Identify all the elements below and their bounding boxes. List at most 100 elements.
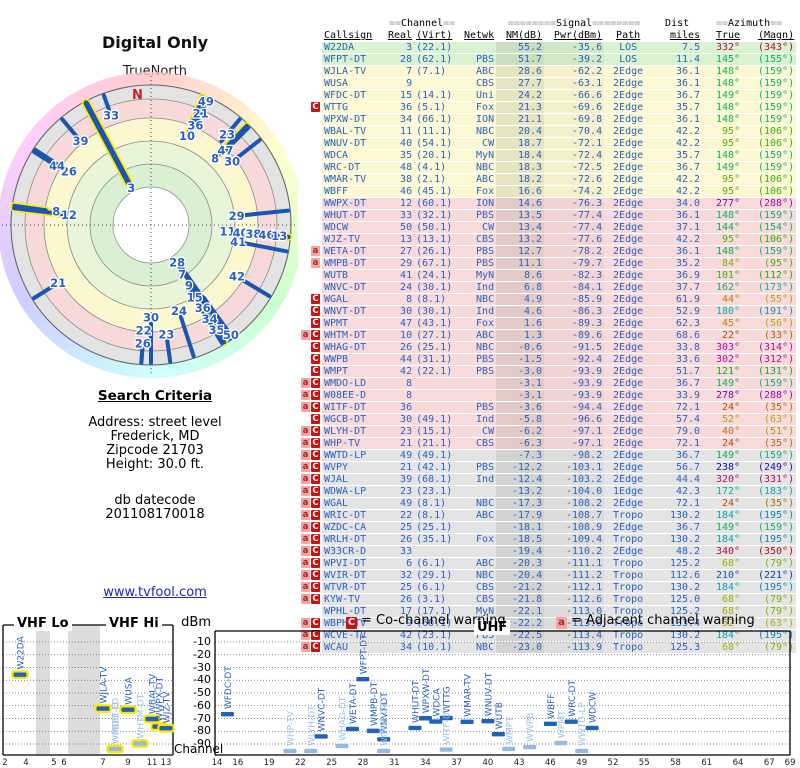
cell-path: 2Edge <box>604 521 653 534</box>
cell-pwr: -112.6 <box>544 593 605 606</box>
cell-netwk: NBC <box>458 497 497 510</box>
bar-callsign-label: WUSA <box>125 676 135 704</box>
cell-netwk <box>458 377 497 390</box>
table-row: C WMPT 42 (22.1) PBS -3.0 -93.9 2Edge 51.7 121° (1… <box>298 365 797 378</box>
table-column-header: (Virt) <box>414 29 459 42</box>
cochannel-warning-icon: C <box>311 330 320 340</box>
bar-callsign-label: WNUV-DT <box>484 672 494 716</box>
table-row: a C WZDC-CA 25 (25.1) -18.1 -108.9 2Edge 36.7 149… <box>298 521 797 534</box>
cell-true: 172° <box>702 485 743 498</box>
table-row: a C WGAL 49 (8.1) NBC -17.3 -108.2 2Edge 72.1 24°(… <box>298 497 797 510</box>
cell-miles: 37.7 <box>652 281 703 294</box>
cell-real: 27 <box>386 245 415 258</box>
cell-callsign: WHP-TV <box>322 437 386 450</box>
adjacent-warning-icon: a <box>301 498 310 508</box>
table-column-header: Callsign <box>322 29 386 42</box>
cell-netwk: ABC <box>458 173 497 186</box>
cell-netwk: NBC <box>458 341 497 354</box>
cell-true: 184° <box>702 533 743 546</box>
cell-real: 40 <box>386 137 415 150</box>
cell-pwr: -72.1 <box>544 137 605 150</box>
legend-cochannel: C = Co-channel warning <box>346 613 506 629</box>
warning-flags: aC <box>298 581 322 594</box>
cell-true: 149° <box>702 89 743 102</box>
cochannel-warning-icon: C <box>311 510 320 520</box>
adjacent-warning-icon: a <box>301 438 310 448</box>
cell-path: 2Edge <box>604 137 653 150</box>
cell-miles: 72.1 <box>652 401 703 414</box>
cell-nm: -5.8 <box>496 413 545 426</box>
signal-bar <box>460 719 474 725</box>
cell-netwk <box>458 449 497 462</box>
cell-callsign: WZDC-CA <box>322 521 386 534</box>
cell-netwk: Fox <box>458 185 497 198</box>
bar-callsign-label: WMPB-DT <box>370 681 380 725</box>
cell-real: 21 <box>386 437 415 450</box>
signal-bar <box>283 748 297 754</box>
table-row: WDCA 35 (20.1) MyN 18.4 -72.4 2Edge 35.7 148° (15… <box>298 149 797 162</box>
cochannel-warning-icon: C <box>311 438 320 448</box>
table-row: a C WPVI-DT 6 (6.1) ABC -20.3 -111.1 Tropo 125.2 6… <box>298 557 797 570</box>
cell-nm: -3.1 <box>496 377 545 390</box>
cell-true: 184° <box>702 509 743 522</box>
cell-pwr: -72.4 <box>544 149 605 162</box>
signal-bar <box>408 725 422 731</box>
cell-virt: (21.1) <box>414 437 459 450</box>
cell-callsign: WUTB <box>322 269 386 282</box>
cell-true: 148° <box>702 209 743 222</box>
table-column-header: NM(dB) <box>496 29 545 42</box>
search-height: Height: 30.0 ft. <box>105 457 205 472</box>
table-row: a WETA-DT 27 (26.1) PBS 12.7 -78.2 2Edge 36.1 148… <box>298 245 797 258</box>
cell-nm: -6.2 <box>496 425 545 438</box>
cell-magn: (155°) <box>742 53 797 66</box>
warning-flags <box>298 233 322 246</box>
table-row: C WGAL 8 (8.1) NBC 4.9 -85.9 2Edge 61.9 44° (55°) <box>298 293 797 306</box>
cell-miles: 35.7 <box>652 101 703 114</box>
page-title: Digital Only <box>101 33 209 52</box>
warning-flags <box>298 185 322 198</box>
cell-real: 3 <box>386 41 415 54</box>
adjacent-warning-icon: a <box>301 426 310 436</box>
table-row: WJZ-TV 13 (13.1) CBS 13.2 -77.6 2Edge 42.2 95° (1… <box>298 233 797 246</box>
cell-miles: 72.1 <box>652 497 703 510</box>
cell-pwr: -104.0 <box>544 485 605 498</box>
cell-callsign: WBFF <box>322 185 386 198</box>
warning-flags <box>298 209 322 222</box>
cell-virt: (23.1) <box>414 485 459 498</box>
vhf-signal-chart: 2 4 5 6 7 9 11 13W22DAWJLA-TVWMDO-LDW08EE-DWUSA… <box>2 624 175 768</box>
table-group-header: Dist <box>652 18 703 30</box>
bar-callsign-label: WPXW-DT <box>422 668 432 713</box>
cell-netwk: ION <box>458 113 497 126</box>
cell-real: 49 <box>386 497 415 510</box>
warning-flags: aC <box>298 533 322 546</box>
warning-flags: C <box>298 353 322 366</box>
adjacent-warning-icon: a <box>301 558 310 568</box>
table-group-header: ========Signal======== <box>496 18 653 30</box>
cell-true: 24° <box>702 437 743 450</box>
cell-netwk: Uni <box>458 89 497 102</box>
warning-flags: C <box>298 341 322 354</box>
cell-virt: (4.1) <box>414 161 459 174</box>
cochannel-warning-icon: C <box>311 594 320 604</box>
cell-real: 41 <box>386 269 415 282</box>
cell-netwk: CBS <box>458 233 497 246</box>
cell-path: Tropo <box>604 569 653 582</box>
cell-netwk: PBS <box>458 353 497 366</box>
table-column-header: Pwr(dBm) <box>544 29 605 42</box>
signal-bar <box>502 746 516 752</box>
channel-tick-label: 52 <box>608 758 619 768</box>
cell-nm: -17.3 <box>496 497 545 510</box>
cell-nm: 21.1 <box>496 113 545 126</box>
cell-miles: 112.6 <box>652 569 703 582</box>
cell-magn: (221°) <box>742 569 797 582</box>
channel-tick-label: 28 <box>357 758 368 768</box>
bar-callsign-label: WLYH-DT <box>307 705 317 746</box>
bar-callsign-label: WDCA <box>432 687 442 716</box>
tvfool-link[interactable]: www.tvfool.com <box>103 585 207 600</box>
cell-magn: (343°) <box>742 41 797 54</box>
table-row: a C WJAL 39 (68.1) Ind -12.4 -103.2 2Edge 44.4 320… <box>298 473 797 486</box>
cell-pwr: -82.3 <box>544 269 605 282</box>
signal-bar <box>304 748 318 754</box>
dbm-axis-ticks: -10 -20 -30 -40 -50 -60 -70 -80 -90 <box>178 612 211 762</box>
bar-callsign-label: WWPB <box>526 713 536 742</box>
